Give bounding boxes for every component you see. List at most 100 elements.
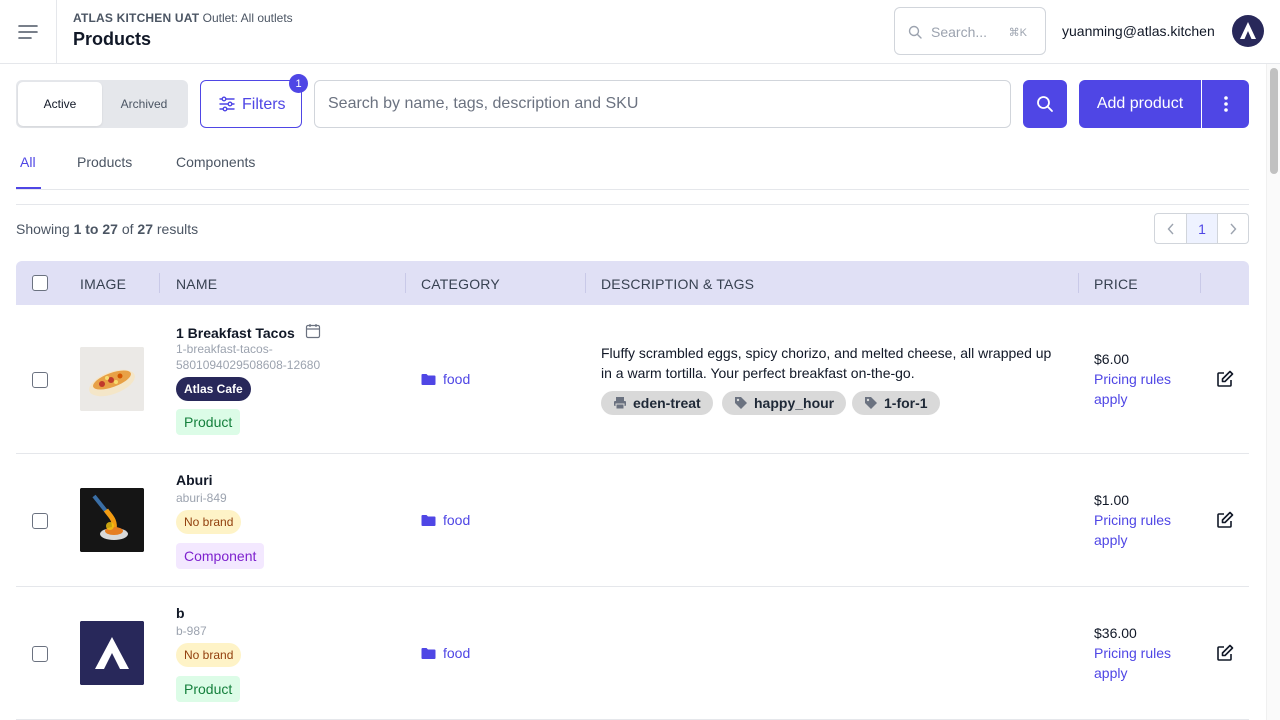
type-badge: Product: [176, 409, 241, 435]
category-label: food: [443, 371, 471, 387]
tag-chip[interactable]: 1-for-1: [852, 391, 940, 415]
product-image: [80, 621, 144, 685]
global-search[interactable]: Search... ⌘K: [894, 7, 1046, 55]
tag-label: eden-treat: [633, 395, 701, 411]
segment-active[interactable]: Active: [18, 82, 102, 126]
status-segmented-control: Active Archived: [16, 80, 188, 128]
results-suffix: results: [156, 221, 199, 237]
category-link[interactable]: food: [421, 371, 470, 387]
atlas-logo-image: [80, 621, 144, 685]
global-search-placeholder: Search...: [931, 24, 988, 40]
column-image: IMAGE: [80, 276, 127, 292]
current-page[interactable]: 1: [1187, 214, 1218, 243]
search-icon: [908, 25, 922, 44]
price: $6.00: [1094, 351, 1130, 367]
tag-chip[interactable]: eden-treat: [601, 391, 713, 415]
header-divider: [56, 0, 57, 64]
brand-badge: Atlas Cafe: [176, 377, 251, 401]
category-link[interactable]: food: [421, 645, 470, 661]
product-sku: b-987: [176, 624, 207, 638]
edit-icon[interactable]: [1216, 511, 1234, 529]
add-product-button[interactable]: Add product: [1079, 80, 1201, 128]
tag-label: happy_hour: [754, 395, 835, 411]
filters-label: Filters: [242, 96, 286, 113]
menu-icon[interactable]: [16, 20, 40, 44]
brand-badge: No brand: [176, 510, 242, 534]
product-name[interactable]: 1 Breakfast Tacos: [176, 323, 321, 341]
tag-label: 1-for-1: [884, 395, 928, 411]
calendar-icon: [305, 324, 320, 339]
tab-all[interactable]: All: [20, 154, 36, 170]
folder-icon: [421, 373, 436, 385]
row-checkbox[interactable]: [32, 513, 48, 529]
column-separator: [1078, 273, 1079, 293]
category-link[interactable]: food: [421, 512, 470, 528]
results-summary: Showing 1 to 27 of 27 results: [16, 221, 198, 237]
table-row[interactable]: 1 Breakfast Tacos 1-breakfast-tacos-5801…: [16, 305, 1249, 454]
row-checkbox[interactable]: [32, 646, 48, 662]
column-category[interactable]: CATEGORY: [421, 276, 500, 292]
row-checkbox[interactable]: [32, 372, 48, 388]
scrollbar-thumb[interactable]: [1270, 68, 1278, 174]
search-button[interactable]: [1023, 80, 1067, 128]
more-vertical-icon: [1223, 95, 1229, 118]
folder-icon: [421, 514, 436, 526]
column-price[interactable]: PRICE: [1094, 276, 1138, 292]
user-email[interactable]: yuanming@atlas.kitchen: [1062, 23, 1215, 39]
table-header: IMAGE NAME CATEGORY DESCRIPTION & TAGS P…: [16, 261, 1249, 305]
column-separator: [405, 273, 406, 293]
prev-page-button[interactable]: [1155, 214, 1187, 243]
tag-icon: [865, 397, 877, 409]
pricing-rules-link[interactable]: Pricing rules apply: [1094, 369, 1194, 409]
next-page-button[interactable]: [1218, 214, 1248, 243]
outlet-label[interactable]: Outlet: All outlets: [203, 11, 293, 25]
tab-products[interactable]: Products: [77, 154, 132, 170]
pricing-rules-link[interactable]: Pricing rules apply: [1094, 643, 1194, 683]
edit-icon[interactable]: [1216, 644, 1234, 662]
product-description: Fluffy scrambled eggs, spicy chorizo, an…: [601, 345, 1052, 381]
product-search-input[interactable]: [314, 80, 1011, 128]
vertical-scrollbar[interactable]: [1266, 64, 1280, 720]
results-total: 27: [137, 221, 153, 237]
printer-icon: [614, 397, 626, 410]
atlas-logo-icon: [1240, 22, 1256, 39]
product-name[interactable]: b: [176, 605, 185, 621]
chevron-right-icon: [1230, 223, 1237, 234]
tab-components[interactable]: Components: [176, 154, 255, 170]
results-range: 1 to 27: [73, 221, 118, 237]
select-all-checkbox[interactable]: [32, 275, 48, 291]
product-name[interactable]: Aburi: [176, 472, 213, 488]
pricing-rules-link[interactable]: Pricing rules apply: [1094, 510, 1194, 550]
product-sku: aburi-849: [176, 491, 227, 505]
column-separator: [159, 273, 160, 293]
org-line: ATLAS KITCHEN UAT Outlet: All outlets: [73, 11, 293, 25]
segment-archived[interactable]: Archived: [102, 82, 186, 126]
chevron-left-icon: [1167, 223, 1174, 234]
filters-button[interactable]: Filters: [200, 80, 302, 128]
avatar[interactable]: [1232, 15, 1264, 47]
org-name: ATLAS KITCHEN UAT: [73, 11, 200, 25]
column-description-tags: DESCRIPTION & TAGS: [601, 276, 755, 292]
product-image: [80, 488, 144, 552]
product-image: [80, 347, 144, 411]
sliders-icon: [219, 96, 235, 117]
tag-icon: [735, 397, 747, 409]
column-separator: [1200, 273, 1201, 293]
type-badge: Component: [176, 543, 265, 569]
search-icon: [1036, 95, 1054, 118]
edit-icon[interactable]: [1216, 370, 1234, 388]
page-title: Products: [73, 29, 152, 49]
table-row[interactable]: Aburi aburi-849 No brand Component food …: [16, 454, 1249, 587]
taco-image: [80, 347, 144, 411]
column-name[interactable]: NAME: [176, 276, 217, 292]
results-prefix: Showing: [16, 221, 70, 237]
results-of: of: [121, 221, 134, 237]
more-options-button[interactable]: [1202, 80, 1249, 128]
tag-chip[interactable]: happy_hour: [722, 391, 847, 415]
category-label: food: [443, 512, 471, 528]
tabs-divider: [16, 189, 1249, 190]
column-separator: [585, 273, 586, 293]
folder-icon: [421, 647, 436, 659]
product-name-text: 1 Breakfast Tacos: [176, 325, 295, 341]
table-row[interactable]: b b-987 No brand Product food $36.00 Pri…: [16, 587, 1249, 720]
